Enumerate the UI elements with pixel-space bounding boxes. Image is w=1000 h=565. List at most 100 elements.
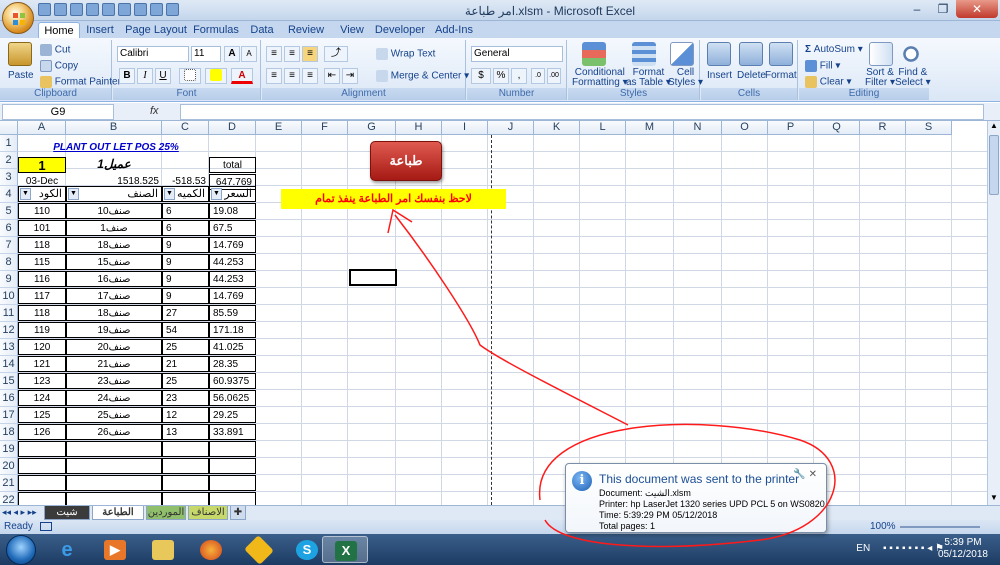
align-left-button[interactable]: ≡ (266, 68, 282, 84)
column-header-M[interactable]: M (626, 121, 674, 135)
fill-button[interactable]: Fill ▾ (805, 60, 840, 72)
filter-dropdown-icon[interactable]: ▼ (211, 188, 222, 200)
font-name-select[interactable]: Calibri (117, 46, 189, 62)
cell-styles-button[interactable]: Cell Styles ▾ (668, 68, 703, 88)
grow-font-button[interactable]: A (224, 46, 240, 62)
data-cell[interactable]: صنف16 (66, 271, 162, 287)
taskbar-firefox[interactable] (188, 536, 234, 563)
row-header-16[interactable]: 16 (0, 390, 18, 407)
data-cell[interactable]: 124 (18, 390, 66, 406)
close-button[interactable]: ✕ (956, 0, 998, 18)
italic-button[interactable]: I (137, 68, 153, 84)
column-header-R[interactable]: R (860, 121, 906, 135)
sheet-tab-print[interactable]: الطباعة (92, 506, 144, 520)
row-header-4[interactable]: 4 (0, 186, 18, 203)
clock[interactable]: 5:39 PM 05/12/2018 (938, 537, 988, 561)
data-cell[interactable]: 14.769 (209, 237, 256, 253)
zoom-slider[interactable] (900, 526, 980, 528)
column-header-N[interactable]: N (674, 121, 722, 135)
data-cell[interactable]: 25 (162, 339, 209, 355)
row-header-12[interactable]: 12 (0, 322, 18, 339)
shrink-font-button[interactable]: A (241, 46, 257, 62)
column-header-C[interactable]: C (162, 121, 209, 135)
data-cell[interactable]: 101 (18, 220, 66, 236)
sort-icon[interactable] (102, 3, 115, 16)
empty-cell[interactable] (66, 458, 162, 474)
data-cell[interactable]: 9 (162, 254, 209, 270)
data-cell[interactable]: 116 (18, 271, 66, 287)
column-header-P[interactable]: P (768, 121, 814, 135)
empty-cell[interactable] (66, 441, 162, 457)
comma-button[interactable]: , (511, 68, 527, 84)
balloon-close-icon[interactable]: 🔧 ✕ (793, 469, 817, 480)
data-cell[interactable]: 25 (162, 373, 209, 389)
data-cell[interactable]: صنف24 (66, 390, 162, 406)
select-all-corner[interactable] (0, 121, 18, 135)
data-cell[interactable]: 6 (162, 203, 209, 219)
row-header-11[interactable]: 11 (0, 305, 18, 322)
selected-cell-g9[interactable] (349, 269, 397, 286)
column-header-E[interactable]: E (256, 121, 302, 135)
format-as-table-button[interactable]: Format as Table ▾ (626, 68, 671, 88)
row-header-1[interactable]: 1 (0, 135, 18, 152)
data-cell[interactable]: 67.5 (209, 220, 256, 236)
row-header-18[interactable]: 18 (0, 424, 18, 441)
scroll-down-icon[interactable]: ▼ (989, 493, 999, 505)
formula-input[interactable] (180, 104, 984, 120)
data-cell[interactable]: 115 (18, 254, 66, 270)
worksheet-grid[interactable]: ABCDEFGHIJKLMNOPQRS 1 2 3 4 5 6 7 8 9 10 11 12 13 14 1… (0, 121, 987, 505)
row-header-15[interactable]: 15 (0, 373, 18, 390)
data-cell[interactable]: صنف18 (66, 237, 162, 253)
data-cell[interactable]: 9 (162, 271, 209, 287)
scroll-up-icon[interactable]: ▲ (989, 121, 999, 133)
empty-cell[interactable] (162, 475, 209, 491)
tab-data[interactable]: Data (244, 22, 280, 38)
data-cell[interactable]: 29.25 (209, 407, 256, 423)
data-cell[interactable]: 60.9375 (209, 373, 256, 389)
underline-button[interactable]: U (155, 68, 171, 84)
data-cell[interactable]: صنف20 (66, 339, 162, 355)
name-box[interactable]: G9 (2, 104, 114, 120)
column-header-Q[interactable]: Q (814, 121, 860, 135)
data-cell[interactable]: 123 (18, 373, 66, 389)
increase-indent-button[interactable]: ⇥ (342, 68, 358, 84)
column-header-G[interactable]: G (348, 121, 396, 135)
column-header-S[interactable]: S (906, 121, 952, 135)
new-sheet-icon[interactable]: ✚ (230, 506, 246, 520)
office-button[interactable] (2, 2, 34, 34)
decrease-indent-button[interactable]: ⇤ (324, 68, 340, 84)
currency-button[interactable]: $ (471, 68, 491, 84)
print-notification-balloon[interactable]: i This document was sent to the printer … (565, 463, 827, 533)
column-header-B[interactable]: B (66, 121, 162, 135)
cell-a2[interactable]: 1 (18, 157, 66, 173)
column-filter-header[interactable]: ▼ الكود (18, 186, 66, 202)
cell-b2[interactable]: عميل1 (66, 157, 162, 173)
align-top-button[interactable]: ≡ (266, 46, 282, 62)
column-header-L[interactable]: L (580, 121, 626, 135)
data-cell[interactable]: 119 (18, 322, 66, 338)
data-cell[interactable]: 118 (18, 237, 66, 253)
bold-button[interactable]: B (119, 68, 135, 84)
taskbar-excel[interactable]: X (322, 536, 368, 563)
row-header-9[interactable]: 9 (0, 271, 18, 288)
merge-center-button[interactable]: Merge & Center ▾ (376, 70, 469, 82)
tray-icons[interactable]: ▪ ▪ ▪ ▪ ▪ ▪ ▪ ◂ ⚑ (883, 543, 944, 554)
data-cell[interactable]: صنف21 (66, 356, 162, 372)
sheet-tab-0[interactable]: شيت (44, 506, 90, 520)
find-select-button[interactable]: Find & Select ▾ (895, 68, 931, 88)
data-cell[interactable]: 44.253 (209, 254, 256, 270)
number-format-select[interactable]: General (471, 46, 563, 62)
sheet-nav-icon[interactable]: ◂◂ ◂ ▸ ▸▸ (2, 507, 37, 518)
insert-cells-button[interactable]: Insert (707, 70, 732, 81)
tab-add-ins[interactable]: Add-Ins (432, 22, 476, 38)
increase-decimal-button[interactable]: .0 (531, 68, 545, 84)
data-cell[interactable]: 21 (162, 356, 209, 372)
column-header-I[interactable]: I (442, 121, 488, 135)
empty-cell[interactable] (18, 475, 66, 491)
format-cells-button[interactable]: Format (765, 70, 797, 81)
row-header-6[interactable]: 6 (0, 220, 18, 237)
print-button[interactable]: طباعة (370, 141, 442, 181)
tab-page-layout[interactable]: Page Layout (124, 22, 188, 38)
start-button[interactable] (6, 535, 36, 565)
column-filter-header[interactable]: ▼ السعر (209, 186, 256, 202)
